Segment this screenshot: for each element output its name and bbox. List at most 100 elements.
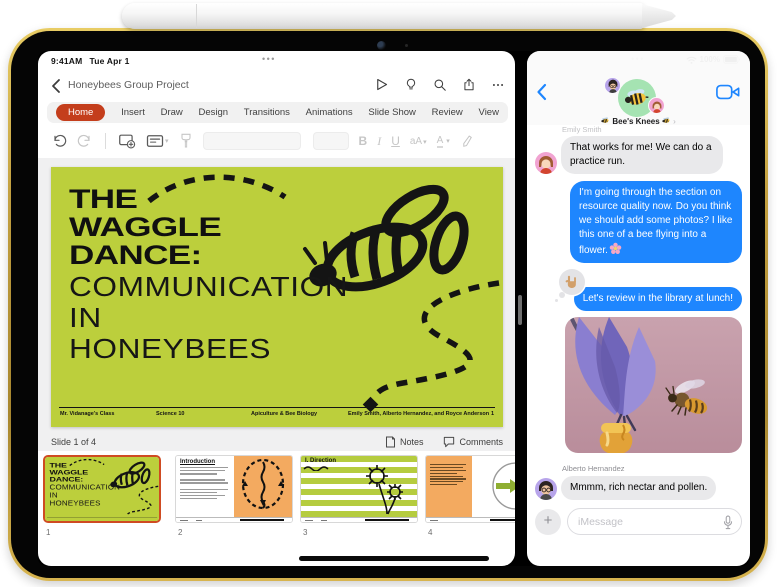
document-title[interactable]: Honeybees Group Project bbox=[68, 79, 189, 91]
thumbnail-footer bbox=[426, 517, 515, 522]
powerpoint-window: 9:41AM Tue Apr 1 ••• Honeybees Group Proj… bbox=[38, 51, 515, 566]
multitask-handle-left[interactable]: ••• bbox=[262, 54, 276, 64]
redo-icon[interactable] bbox=[77, 133, 93, 149]
font-name-field[interactable] bbox=[202, 132, 301, 150]
memoji-emily bbox=[652, 101, 661, 113]
conversation-scroll[interactable]: Emily Smith That works for me! We can do… bbox=[527, 125, 750, 508]
honey-pot-sticker bbox=[599, 423, 633, 453]
thumbnail-number: 4 bbox=[428, 528, 433, 537]
powerpoint-statusbar: Slide 1 of 4 Notes Comments bbox=[38, 434, 515, 452]
message-bubble[interactable]: I'm going through the section on resourc… bbox=[570, 181, 742, 263]
screen: 9:41AM Tue Apr 1 ••• Honeybees Group Proj… bbox=[38, 51, 750, 566]
highlighter-icon[interactable] bbox=[460, 134, 473, 149]
group-title[interactable]: Bee's Knees › bbox=[527, 117, 750, 126]
ipad-hero-shot: 9:41AM Tue Apr 1 ••• Honeybees Group Proj… bbox=[0, 0, 777, 587]
tab-review[interactable]: Review bbox=[432, 107, 463, 118]
avatar-alberto[interactable] bbox=[535, 478, 557, 500]
photo-message-bee-flower[interactable] bbox=[565, 317, 742, 453]
thumbnail-1-preview: THE WAGGLE DANCE: COMMUNICATION IN HONEYBEES bbox=[45, 457, 159, 521]
outgoing-message-row: I'm going through the section on resourc… bbox=[535, 181, 742, 263]
font-size-field[interactable] bbox=[312, 132, 349, 150]
message-bubble[interactable]: Let's review in the library at lunch! bbox=[573, 287, 742, 311]
tab-insert[interactable]: Insert bbox=[121, 107, 145, 118]
share-icon[interactable] bbox=[462, 77, 476, 92]
flower-doodle bbox=[366, 465, 403, 515]
tab-view[interactable]: View bbox=[479, 107, 499, 118]
outgoing-message-row: Let's review in the library at lunch! bbox=[554, 269, 742, 311]
message-input[interactable]: iMessage bbox=[567, 508, 742, 535]
comments-button[interactable]: Comments bbox=[443, 436, 503, 448]
font-color-button[interactable]: A bbox=[436, 135, 444, 148]
tab-slideshow[interactable]: Slide Show bbox=[368, 107, 416, 118]
love-you-hand-icon bbox=[565, 275, 576, 288]
sender-label: Alberto Hernandez bbox=[562, 464, 625, 473]
ideas-lightbulb-button[interactable] bbox=[404, 77, 418, 92]
member-avatar-emily bbox=[648, 97, 665, 114]
tab-design[interactable]: Design bbox=[198, 107, 228, 118]
dictation-mic-icon[interactable] bbox=[723, 515, 733, 530]
tab-home[interactable]: Home bbox=[56, 104, 106, 121]
member-avatar-alberto bbox=[604, 77, 621, 94]
memoji-alberto bbox=[608, 79, 617, 93]
chevron-down-icon: ▾ bbox=[446, 138, 450, 145]
thumbnail-footer bbox=[301, 517, 417, 522]
message-composer: + iMessage bbox=[535, 508, 742, 535]
memoji-emily bbox=[539, 156, 553, 174]
thumbnail-slide-2[interactable]: Introduction bbox=[175, 455, 293, 523]
incoming-message-row: That works for me! We can do a practice … bbox=[535, 136, 742, 174]
back-icon[interactable] bbox=[50, 78, 62, 94]
tab-animations[interactable]: Animations bbox=[306, 107, 353, 118]
sender-label: Emily Smith bbox=[562, 125, 602, 134]
bold-button[interactable]: B bbox=[359, 134, 368, 148]
more-ellipsis-button[interactable] bbox=[491, 78, 505, 92]
chevron-right-icon: › bbox=[673, 117, 676, 126]
message-bubble[interactable]: Mmmm, rich nectar and pollen. bbox=[561, 476, 717, 500]
ipad-device: 9:41AM Tue Apr 1 ••• Honeybees Group Proj… bbox=[8, 28, 768, 581]
chevron-down-icon: ▾ bbox=[165, 138, 169, 145]
search-icon[interactable] bbox=[433, 78, 447, 92]
slide-footer: Mr. Vidanage's Class Science 10 Apicultu… bbox=[60, 411, 494, 417]
layout-icon bbox=[146, 135, 164, 147]
clock: 9:41AM bbox=[51, 56, 83, 66]
facetime-video-button[interactable] bbox=[716, 84, 740, 100]
change-case-button[interactable]: aA▾ bbox=[410, 136, 427, 147]
messages-window: ••• 100% bbox=[527, 51, 750, 566]
message-bubble[interactable]: That works for me! We can do a practice … bbox=[561, 136, 723, 174]
slide-canvas: THE WAGGLE DANCE: COMMUNICATION IN HONEY… bbox=[38, 158, 515, 451]
memoji-alberto bbox=[539, 481, 553, 500]
waggle-diagram bbox=[234, 456, 292, 519]
thumbnail-slide-3[interactable]: I. Direction bbox=[300, 455, 418, 523]
italic-button[interactable]: I bbox=[377, 134, 381, 149]
tapback-love-you-gesture[interactable] bbox=[554, 269, 585, 302]
thumbnail-footer bbox=[176, 517, 292, 522]
pencil-seam bbox=[196, 4, 197, 28]
layout-picker[interactable]: ▾ bbox=[146, 134, 169, 148]
angle-diagram bbox=[492, 462, 515, 510]
undo-icon[interactable] bbox=[51, 133, 67, 149]
home-indicator[interactable] bbox=[299, 556, 489, 561]
bee-icon bbox=[601, 117, 609, 123]
slide-editor[interactable]: THE WAGGLE DANCE: COMMUNICATION IN HONEY… bbox=[51, 167, 503, 427]
thumbnail-number: 1 bbox=[46, 528, 51, 537]
new-slide-icon[interactable] bbox=[118, 133, 136, 149]
group-name: Bee's Knees bbox=[612, 117, 660, 126]
tab-draw[interactable]: Draw bbox=[161, 107, 183, 118]
add-attachment-button[interactable]: + bbox=[535, 508, 561, 535]
thumbnail-slide-1[interactable]: THE WAGGLE DANCE: COMMUNICATION IN HONEYBEES bbox=[43, 455, 161, 523]
thumbnail-slide-4[interactable] bbox=[425, 455, 515, 523]
notes-button[interactable]: Notes bbox=[385, 436, 423, 448]
split-view-divider-handle[interactable] bbox=[518, 295, 522, 325]
ipad-bezel: 9:41AM Tue Apr 1 ••• Honeybees Group Proj… bbox=[11, 31, 765, 578]
underline-button[interactable]: U bbox=[391, 134, 400, 148]
cherry-blossom-icon bbox=[609, 242, 622, 254]
date: Tue Apr 1 bbox=[89, 56, 130, 66]
ribbon-tab-bar: Home Insert Draw Design Transitions Anim… bbox=[47, 102, 508, 123]
tab-transitions[interactable]: Transitions bbox=[244, 107, 290, 118]
toolbar-separator bbox=[105, 133, 106, 149]
avatar-emily[interactable] bbox=[535, 152, 557, 174]
format-painter-icon[interactable] bbox=[179, 133, 193, 149]
chevron-down-icon: ▾ bbox=[423, 138, 427, 146]
thumbnail-number: 2 bbox=[178, 528, 183, 537]
slideshow-play-button[interactable] bbox=[374, 77, 389, 92]
slide-title: THE WAGGLE DANCE: bbox=[69, 184, 222, 270]
